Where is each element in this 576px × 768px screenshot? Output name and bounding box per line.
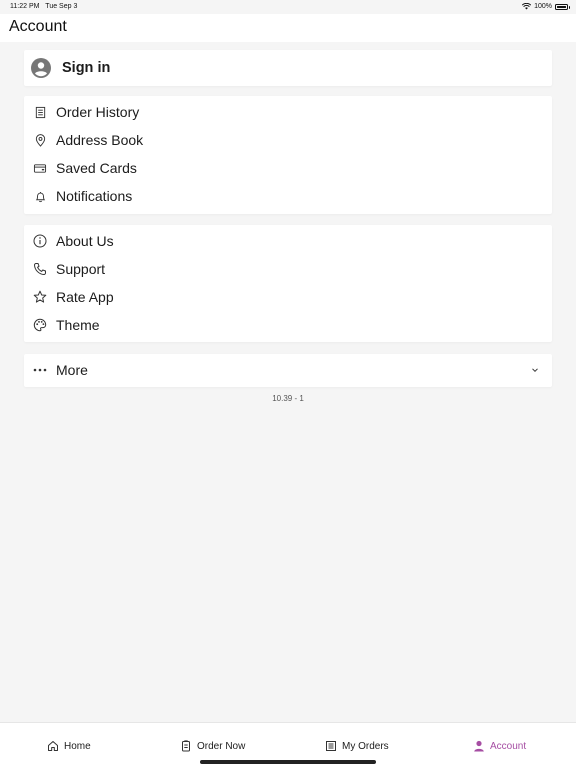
- page-title: Account: [9, 18, 67, 35]
- tab-account[interactable]: Account: [473, 738, 526, 754]
- wifi-icon: [522, 3, 532, 10]
- phone-icon: [33, 262, 47, 276]
- status-bar: 11:22 PM Tue Sep 3 100%: [0, 0, 576, 14]
- battery-icon: [555, 3, 570, 10]
- receipt-icon: [33, 105, 47, 119]
- status-indicators: 100%: [522, 3, 570, 10]
- signin-card: Sign in: [24, 50, 552, 86]
- sign-in-button[interactable]: Sign in: [24, 50, 552, 86]
- status-time: 11:22 PM Tue Sep 3: [10, 3, 78, 10]
- tab-order-now[interactable]: Order Now: [180, 738, 245, 754]
- orders-list-icon: [325, 740, 337, 752]
- tab-label: My Orders: [342, 740, 389, 752]
- tab-my-orders[interactable]: My Orders: [325, 738, 389, 754]
- person-icon: [473, 740, 485, 752]
- menu-item-notifications[interactable]: Notifications: [24, 182, 552, 210]
- status-date: Tue Sep 3: [45, 3, 78, 10]
- menu-item-label: Rate App: [56, 289, 114, 305]
- menu-item-order-history[interactable]: Order History: [24, 98, 552, 126]
- menu-item-support[interactable]: Support: [24, 255, 552, 283]
- account-menu-card: Order History Address Book Saved Cards N…: [24, 96, 552, 214]
- star-icon: [33, 290, 47, 304]
- tab-label: Account: [490, 740, 527, 752]
- menu-item-label: Notifications: [56, 188, 133, 204]
- credit-card-icon: [33, 161, 47, 175]
- sign-in-label: Sign in: [62, 60, 111, 76]
- menu-item-label: Saved Cards: [56, 160, 137, 176]
- header: Account: [0, 14, 576, 42]
- more-card: More: [24, 354, 552, 387]
- menu-item-rate-app[interactable]: Rate App: [24, 283, 552, 311]
- app-info-card: About Us Support Rate App Theme: [24, 225, 552, 342]
- menu-item-label: Order History: [56, 104, 140, 120]
- app-version: 10.39 - 1: [272, 394, 304, 403]
- tab-home[interactable]: Home: [47, 738, 91, 754]
- home-indicator: [200, 760, 376, 764]
- battery-percent: 100%: [534, 3, 552, 10]
- avatar-icon: [31, 58, 51, 78]
- menu-item-theme[interactable]: Theme: [24, 311, 552, 339]
- menu-clipboard-icon: [180, 740, 192, 752]
- location-pin-icon: [33, 133, 47, 147]
- menu-item-label: Support: [56, 261, 106, 277]
- menu-item-label: Address Book: [56, 132, 144, 148]
- menu-item-label: Theme: [56, 317, 100, 333]
- info-icon: [33, 234, 47, 248]
- ellipsis-icon: [33, 363, 47, 377]
- palette-icon: [33, 318, 47, 332]
- chevron-down-icon: [532, 368, 538, 373]
- menu-item-saved-cards[interactable]: Saved Cards: [24, 154, 552, 182]
- bell-icon: [33, 189, 47, 203]
- more-toggle[interactable]: More: [24, 356, 552, 384]
- tab-label: Home: [64, 740, 91, 752]
- tab-label: Order Now: [197, 740, 246, 752]
- more-label: More: [56, 362, 88, 378]
- menu-item-about-us[interactable]: About Us: [24, 227, 552, 255]
- menu-item-label: About Us: [56, 233, 114, 249]
- menu-item-address-book[interactable]: Address Book: [24, 126, 552, 154]
- home-icon: [47, 740, 59, 752]
